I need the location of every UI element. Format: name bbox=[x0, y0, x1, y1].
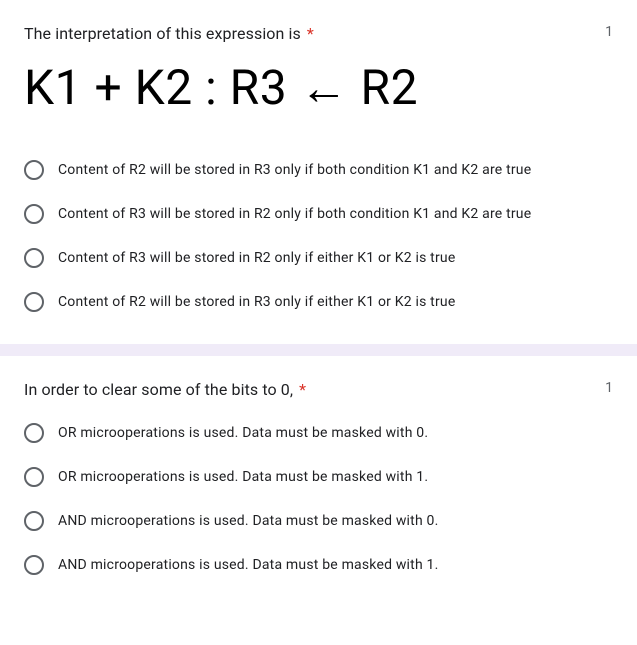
radio-icon bbox=[24, 160, 44, 180]
question-points: 1 bbox=[605, 24, 613, 40]
radio-icon bbox=[24, 292, 44, 312]
option-label: Content of R3 will be stored in R2 only … bbox=[58, 206, 531, 222]
radio-option[interactable]: Content of R2 will be stored in R3 only … bbox=[24, 148, 613, 192]
option-label: Content of R2 will be stored in R3 only … bbox=[58, 162, 531, 178]
radio-option[interactable]: AND microoperations is used. Data must b… bbox=[24, 543, 613, 587]
card-divider bbox=[0, 344, 637, 356]
radio-icon bbox=[24, 555, 44, 575]
question-title-wrap: The interpretation of this expression is… bbox=[24, 24, 314, 43]
required-asterisk: * bbox=[299, 380, 306, 399]
radio-icon bbox=[24, 467, 44, 487]
radio-icon bbox=[24, 204, 44, 224]
question-card-2: In order to clear some of the bits to 0,… bbox=[0, 356, 637, 607]
radio-option[interactable]: Content of R3 will be stored in R2 only … bbox=[24, 192, 613, 236]
question-title-wrap: In order to clear some of the bits to 0,… bbox=[24, 380, 306, 399]
option-label: Content of R2 will be stored in R3 only … bbox=[58, 294, 455, 310]
question-card-1: The interpretation of this expression is… bbox=[0, 0, 637, 344]
expression-text: K1 + K2 : R3 ← R2 bbox=[24, 59, 613, 116]
radio-icon bbox=[24, 511, 44, 531]
question-header: The interpretation of this expression is… bbox=[24, 24, 613, 43]
question-title: In order to clear some of the bits to 0, bbox=[24, 380, 293, 399]
required-asterisk: * bbox=[307, 24, 314, 43]
question-points: 1 bbox=[605, 380, 613, 396]
radio-option[interactable]: Content of R3 will be stored in R2 only … bbox=[24, 236, 613, 280]
option-label: AND microoperations is used. Data must b… bbox=[58, 557, 438, 573]
option-label: AND microoperations is used. Data must b… bbox=[58, 513, 438, 529]
question-header: In order to clear some of the bits to 0,… bbox=[24, 380, 613, 399]
radio-option[interactable]: OR microoperations is used. Data must be… bbox=[24, 455, 613, 499]
option-label: OR microoperations is used. Data must be… bbox=[58, 425, 428, 441]
question-title: The interpretation of this expression is bbox=[24, 24, 301, 43]
option-label: Content of R3 will be stored in R2 only … bbox=[58, 250, 455, 266]
radio-option[interactable]: Content of R2 will be stored in R3 only … bbox=[24, 280, 613, 324]
radio-icon bbox=[24, 423, 44, 443]
option-label: OR microoperations is used. Data must be… bbox=[58, 469, 428, 485]
radio-icon bbox=[24, 248, 44, 268]
radio-option[interactable]: OR microoperations is used. Data must be… bbox=[24, 411, 613, 455]
radio-option[interactable]: AND microoperations is used. Data must b… bbox=[24, 499, 613, 543]
